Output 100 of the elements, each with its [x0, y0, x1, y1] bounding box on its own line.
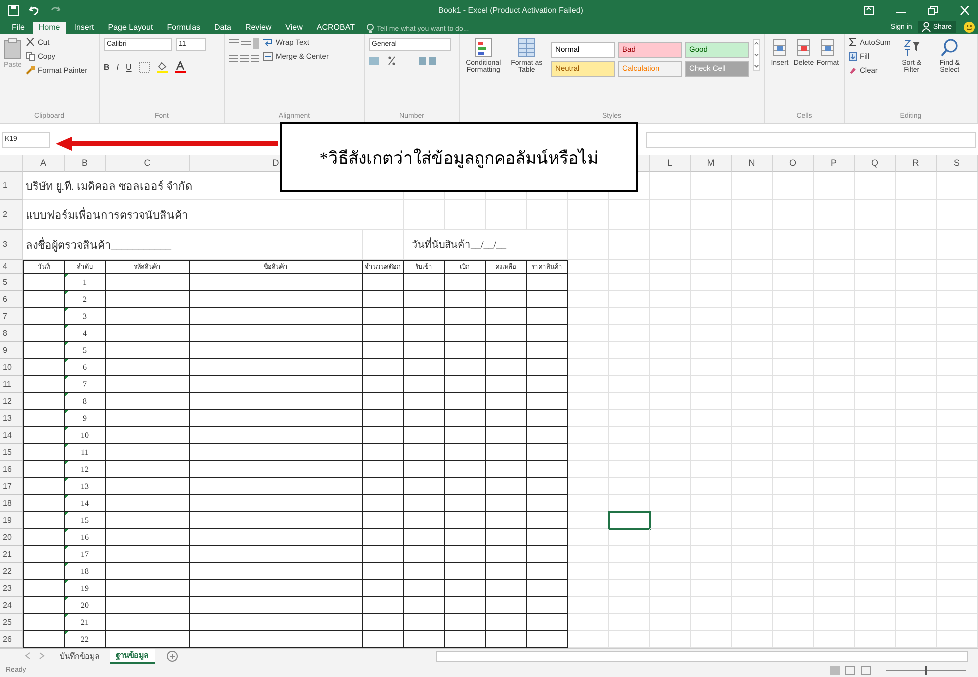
- table-cell[interactable]: [23, 478, 65, 495]
- empty-cell[interactable]: [937, 308, 978, 325]
- empty-cell[interactable]: [814, 393, 855, 410]
- table-cell[interactable]: [404, 393, 445, 410]
- column-header[interactable]: A: [23, 155, 65, 172]
- empty-cell[interactable]: [363, 200, 404, 230]
- empty-cell[interactable]: [896, 529, 937, 546]
- empty-cell[interactable]: [691, 546, 732, 563]
- table-cell[interactable]: [445, 495, 486, 512]
- empty-cell[interactable]: [732, 200, 773, 230]
- empty-cell[interactable]: [773, 376, 814, 393]
- empty-cell[interactable]: [896, 410, 937, 427]
- table-cell[interactable]: [106, 376, 190, 393]
- empty-cell[interactable]: [896, 614, 937, 631]
- empty-cell[interactable]: [650, 308, 691, 325]
- table-cell[interactable]: [527, 478, 568, 495]
- empty-cell[interactable]: [568, 325, 609, 342]
- table-cell[interactable]: [404, 359, 445, 376]
- empty-cell[interactable]: [937, 410, 978, 427]
- empty-cell[interactable]: [773, 410, 814, 427]
- empty-cell[interactable]: [691, 359, 732, 376]
- empty-cell[interactable]: [486, 200, 527, 230]
- empty-cell[interactable]: [609, 200, 650, 230]
- empty-cell[interactable]: [855, 342, 896, 359]
- empty-cell[interactable]: [937, 172, 978, 200]
- table-cell[interactable]: [445, 376, 486, 393]
- empty-cell[interactable]: [855, 563, 896, 580]
- table-cell[interactable]: [363, 393, 404, 410]
- table-cell[interactable]: [23, 393, 65, 410]
- sheet-tab[interactable]: บันทึกข้อมูล: [54, 650, 106, 662]
- empty-cell[interactable]: [650, 427, 691, 444]
- table-cell[interactable]: [23, 274, 65, 291]
- row-number[interactable]: 12: [0, 393, 23, 410]
- empty-cell[interactable]: [568, 359, 609, 376]
- empty-cell[interactable]: [609, 410, 650, 427]
- empty-cell[interactable]: [773, 291, 814, 308]
- empty-cell[interactable]: [691, 200, 732, 230]
- table-cell[interactable]: [23, 376, 65, 393]
- column-header[interactable]: C: [106, 155, 190, 172]
- table-cell[interactable]: [527, 563, 568, 580]
- table-cell[interactable]: [106, 291, 190, 308]
- empty-cell[interactable]: [896, 200, 937, 230]
- restore-icon[interactable]: [928, 6, 938, 14]
- empty-cell[interactable]: [609, 230, 650, 260]
- row-number[interactable]: 19: [0, 512, 23, 529]
- empty-cell[interactable]: [363, 230, 404, 260]
- empty-cell[interactable]: [609, 478, 650, 495]
- table-cell[interactable]: [445, 512, 486, 529]
- table-cell[interactable]: [404, 427, 445, 444]
- table-cell[interactable]: 5: [65, 342, 106, 359]
- table-cell[interactable]: [445, 529, 486, 546]
- empty-cell[interactable]: [773, 308, 814, 325]
- empty-cell[interactable]: [773, 478, 814, 495]
- empty-cell[interactable]: [568, 478, 609, 495]
- row-number[interactable]: 24: [0, 597, 23, 614]
- table-cell[interactable]: 17: [65, 546, 106, 563]
- table-cell[interactable]: [190, 546, 363, 563]
- table-cell[interactable]: 14: [65, 495, 106, 512]
- table-cell[interactable]: [527, 614, 568, 631]
- table-cell[interactable]: [486, 461, 527, 478]
- table-cell[interactable]: [23, 563, 65, 580]
- save-icon[interactable]: [8, 4, 19, 16]
- empty-cell[interactable]: [650, 495, 691, 512]
- gallery-scroll-icon[interactable]: [752, 38, 760, 72]
- empty-cell[interactable]: [855, 529, 896, 546]
- row-number[interactable]: 10: [0, 359, 23, 376]
- empty-cell[interactable]: [773, 342, 814, 359]
- empty-cell[interactable]: [568, 461, 609, 478]
- table-cell[interactable]: [363, 546, 404, 563]
- table-cell[interactable]: [527, 546, 568, 563]
- active-cell[interactable]: [609, 512, 650, 529]
- row-number[interactable]: 23: [0, 580, 23, 597]
- empty-cell[interactable]: [691, 461, 732, 478]
- table-cell[interactable]: 13: [65, 478, 106, 495]
- table-cell[interactable]: [190, 580, 363, 597]
- empty-cell[interactable]: [609, 325, 650, 342]
- empty-cell[interactable]: [691, 325, 732, 342]
- table-cell[interactable]: 1: [65, 274, 106, 291]
- empty-cell[interactable]: [650, 172, 691, 200]
- empty-cell[interactable]: [773, 546, 814, 563]
- column-header[interactable]: N: [732, 155, 773, 172]
- row-number[interactable]: 20: [0, 529, 23, 546]
- empty-cell[interactable]: [650, 461, 691, 478]
- table-cell[interactable]: 20: [65, 597, 106, 614]
- fill-color-icon[interactable]: [156, 61, 168, 73]
- table-cell[interactable]: [486, 427, 527, 444]
- table-cell[interactable]: [486, 325, 527, 342]
- row-number[interactable]: 3: [0, 230, 23, 260]
- ribbon-tab[interactable]: View: [280, 22, 309, 34]
- table-cell[interactable]: [445, 274, 486, 291]
- empty-cell[interactable]: [896, 342, 937, 359]
- empty-cell[interactable]: [732, 427, 773, 444]
- table-cell[interactable]: [106, 478, 190, 495]
- empty-cell[interactable]: [568, 274, 609, 291]
- table-cell[interactable]: [486, 342, 527, 359]
- row-number[interactable]: 8: [0, 325, 23, 342]
- table-cell[interactable]: [527, 393, 568, 410]
- empty-cell[interactable]: [814, 597, 855, 614]
- empty-cell[interactable]: [814, 546, 855, 563]
- table-cell[interactable]: 21: [65, 614, 106, 631]
